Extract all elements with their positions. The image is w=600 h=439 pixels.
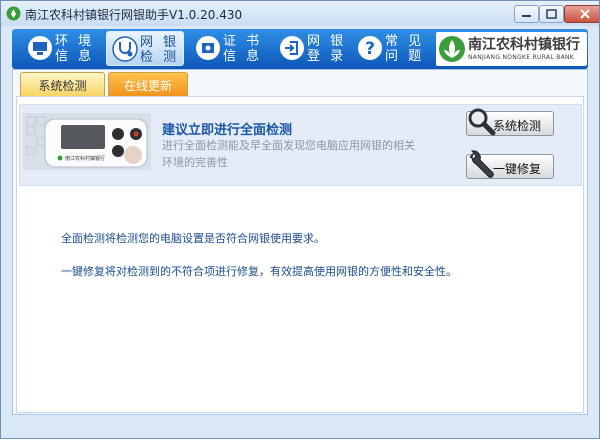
info-line-repair: 一键修复将对检测到的不符合项进行修复，有效提高使用网银的方便性和安全性。 [61, 265, 457, 278]
maximize-button[interactable] [539, 5, 564, 23]
device-brand-text: 南江农科村镇银行 [65, 155, 105, 162]
login-icon [280, 36, 304, 60]
certificate-icon [196, 36, 220, 60]
tab-system-check[interactable]: 系统检测 [20, 72, 105, 96]
bank-name-cn: 南江农科村镇银行 [468, 37, 580, 53]
nav-ebank-login[interactable]: 网 银 登 录 [274, 31, 352, 66]
check-description: 进行全面检测能及早全面发现您电脑应用网银的相关环境的完善性 [162, 139, 415, 169]
system-check-label: 系统检测 [493, 119, 542, 133]
title-bar[interactable]: 南江农科村镇银行网银助手V1.0.20.430 [1, 1, 599, 26]
bank-name-en: NANJIANG NONGKE RURAL BANK [468, 54, 575, 61]
computer-icon [28, 36, 52, 60]
window-title: 南江农科村镇银行网银助手V1.0.20.430 [25, 8, 243, 22]
bank-logo-icon [439, 36, 465, 62]
minimize-button[interactable] [514, 5, 539, 23]
system-check-button[interactable]: 系统检测 [466, 108, 554, 136]
minimize-icon [522, 15, 531, 17]
app-icon [6, 6, 21, 21]
one-click-repair-label: 一键修复 [493, 162, 542, 176]
nav-label: 常 见 问 题 [385, 34, 425, 64]
svg-text:?: ? [365, 39, 375, 59]
nav-faq[interactable]: ? 常 见 问 题 [352, 31, 430, 66]
info-line-check: 全面检测将检测您的电脑设置是否符合网银使用要求。 [61, 232, 325, 245]
nav-environment-info[interactable]: 环 境 信 息 [22, 31, 100, 66]
maximize-icon [546, 9, 557, 19]
bank-logo: 南江农科村镇银行 NANJIANG NONGKE RURAL BANK [436, 32, 587, 66]
nav-ebank-check[interactable]: 网 银 检 测 [106, 31, 184, 66]
main-window: 南江农科村镇银行网银助手V1.0.20.430 环 境 信 息 网 银 检 测 … [0, 0, 600, 439]
question-icon: ? [358, 36, 382, 60]
nav-label: 网 银 检 测 [140, 35, 180, 65]
close-button[interactable] [564, 5, 599, 23]
stethoscope-icon [112, 36, 138, 62]
nav-label: 证 书 信 息 [223, 34, 263, 64]
one-click-repair-button[interactable]: 一键修复 [466, 150, 554, 179]
usb-key-device-icon: 南江农科村镇银行 [23, 113, 151, 170]
check-title: 建议立即进行全面检测 [162, 123, 293, 138]
tab-online-update[interactable]: 在线更新 [108, 72, 188, 96]
nav-label: 网 银 登 录 [307, 34, 347, 64]
close-icon [580, 9, 590, 19]
nav-certificate-info[interactable]: 证 书 信 息 [190, 31, 268, 66]
usb-key-device-image: 南江农科村镇银行 [23, 113, 151, 170]
nav-label: 环 境 信 息 [55, 34, 95, 64]
